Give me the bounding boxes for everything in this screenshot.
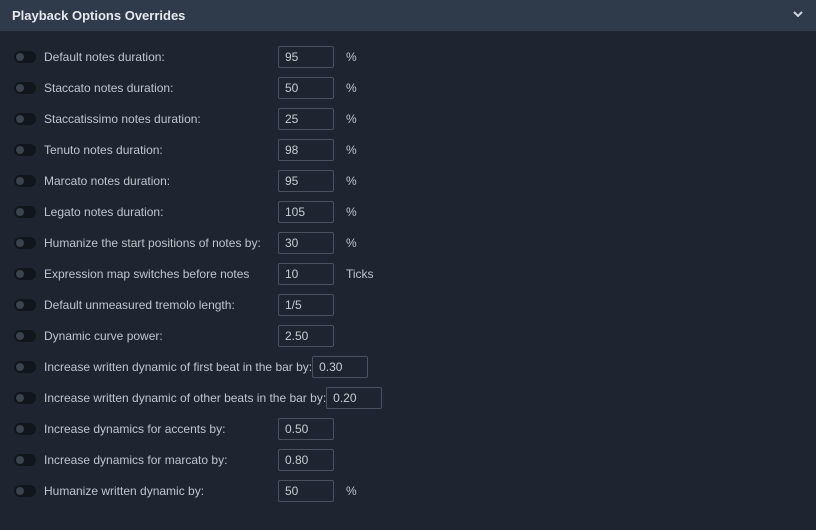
row-label: Increase dynamics for marcato by: (44, 453, 278, 467)
row-label: Increase written dynamic of other beats … (44, 391, 326, 405)
row-legato-notes-duration: Legato notes duration: % (14, 196, 802, 227)
row-label: Humanize the start positions of notes by… (44, 236, 278, 250)
toggle-increase-dynamics-accents[interactable] (14, 423, 36, 435)
row-unit: % (346, 174, 376, 188)
toggle-tenuto-notes-duration[interactable] (14, 144, 36, 156)
row-marcato-notes-duration: Marcato notes duration: % (14, 165, 802, 196)
toggle-legato-notes-duration[interactable] (14, 206, 36, 218)
row-humanize-start-positions: Humanize the start positions of notes by… (14, 227, 802, 258)
row-label: Humanize written dynamic by: (44, 484, 278, 498)
input-dynamic-curve-power[interactable] (278, 325, 334, 347)
row-default-notes-duration: Default notes duration: % (14, 41, 802, 72)
row-unit: % (346, 484, 376, 498)
row-humanize-written-dynamic: Humanize written dynamic by: % (14, 475, 802, 506)
input-staccato-notes-duration[interactable] (278, 77, 334, 99)
row-label: Default notes duration: (44, 50, 278, 64)
row-label: Dynamic curve power: (44, 329, 278, 343)
toggle-staccato-notes-duration[interactable] (14, 82, 36, 94)
toggle-dynamic-curve-power[interactable] (14, 330, 36, 342)
toggle-increase-dynamic-first-beat[interactable] (14, 361, 36, 373)
row-unit: % (346, 143, 376, 157)
toggle-humanize-written-dynamic[interactable] (14, 485, 36, 497)
row-unit: Ticks (346, 267, 376, 281)
row-increase-dynamic-first-beat: Increase written dynamic of first beat i… (14, 351, 802, 382)
input-default-notes-duration[interactable] (278, 46, 334, 68)
input-increase-dynamic-first-beat[interactable] (312, 356, 368, 378)
toggle-increase-dynamics-marcato[interactable] (14, 454, 36, 466)
input-default-unmeasured-tremolo[interactable] (278, 294, 334, 316)
row-increase-dynamics-accents: Increase dynamics for accents by: (14, 413, 802, 444)
toggle-expression-map-switches[interactable] (14, 268, 36, 280)
toggle-default-notes-duration[interactable] (14, 51, 36, 63)
row-label: Legato notes duration: (44, 205, 278, 219)
row-unit: % (346, 81, 376, 95)
row-unit: % (346, 205, 376, 219)
row-dynamic-curve-power: Dynamic curve power: (14, 320, 802, 351)
input-tenuto-notes-duration[interactable] (278, 139, 334, 161)
input-humanize-start-positions[interactable] (278, 232, 334, 254)
panel-header[interactable]: Playback Options Overrides (0, 0, 816, 31)
playback-options-panel: Playback Options Overrides Default notes… (0, 0, 816, 530)
row-label: Staccatissimo notes duration: (44, 112, 278, 126)
row-unit: % (346, 236, 376, 250)
row-label: Staccato notes duration: (44, 81, 278, 95)
row-tenuto-notes-duration: Tenuto notes duration: % (14, 134, 802, 165)
input-increase-dynamics-accents[interactable] (278, 418, 334, 440)
input-staccatissimo-notes-duration[interactable] (278, 108, 334, 130)
row-label: Tenuto notes duration: (44, 143, 278, 157)
row-staccato-notes-duration: Staccato notes duration: % (14, 72, 802, 103)
row-expression-map-switches: Expression map switches before notes Tic… (14, 258, 802, 289)
panel-body: Default notes duration: % Staccato notes… (0, 31, 816, 530)
row-increase-dynamic-other-beats: Increase written dynamic of other beats … (14, 382, 802, 413)
row-label: Marcato notes duration: (44, 174, 278, 188)
toggle-default-unmeasured-tremolo[interactable] (14, 299, 36, 311)
input-increase-dynamic-other-beats[interactable] (326, 387, 382, 409)
input-expression-map-switches[interactable] (278, 263, 334, 285)
row-label: Default unmeasured tremolo length: (44, 298, 278, 312)
toggle-marcato-notes-duration[interactable] (14, 175, 36, 187)
row-label: Increase written dynamic of first beat i… (44, 360, 312, 374)
input-humanize-written-dynamic[interactable] (278, 480, 334, 502)
input-marcato-notes-duration[interactable] (278, 170, 334, 192)
panel-title: Playback Options Overrides (12, 8, 185, 23)
row-label: Expression map switches before notes (44, 267, 278, 281)
input-increase-dynamics-marcato[interactable] (278, 449, 334, 471)
row-increase-dynamics-marcato: Increase dynamics for marcato by: (14, 444, 802, 475)
input-legato-notes-duration[interactable] (278, 201, 334, 223)
chevron-down-icon[interactable] (792, 8, 804, 23)
toggle-humanize-start-positions[interactable] (14, 237, 36, 249)
row-unit: % (346, 112, 376, 126)
toggle-increase-dynamic-other-beats[interactable] (14, 392, 36, 404)
row-default-unmeasured-tremolo: Default unmeasured tremolo length: (14, 289, 802, 320)
row-staccatissimo-notes-duration: Staccatissimo notes duration: % (14, 103, 802, 134)
row-unit: % (346, 50, 376, 64)
row-label: Increase dynamics for accents by: (44, 422, 278, 436)
toggle-staccatissimo-notes-duration[interactable] (14, 113, 36, 125)
